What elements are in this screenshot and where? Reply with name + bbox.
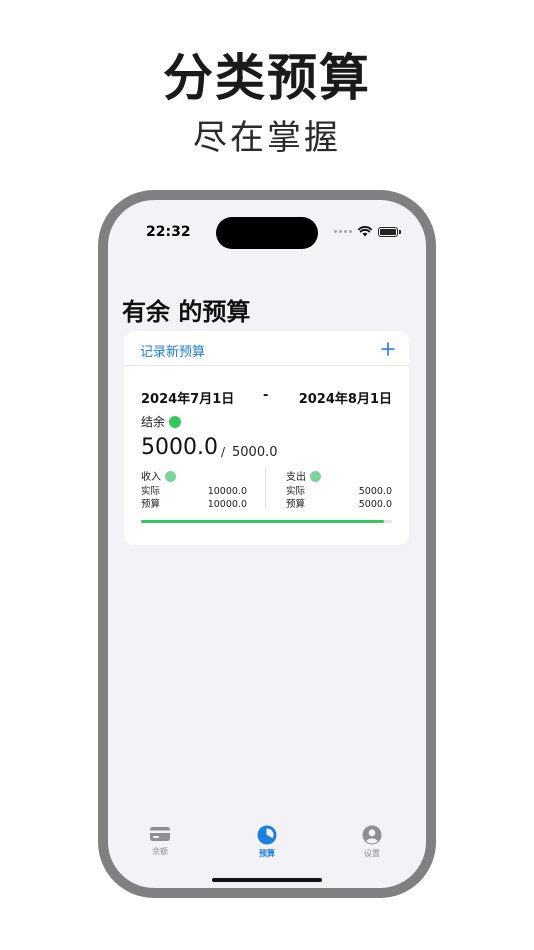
tab-budget-label: 预算 — [259, 849, 275, 858]
expense-budget-label: 预算 — [286, 499, 306, 510]
budget-progress-track — [141, 520, 392, 523]
income-status-dot — [165, 471, 176, 482]
income-budget-value: 10000.0 — [207, 499, 247, 510]
dynamic-island — [216, 217, 318, 249]
date-start: 2024年7月1日 — [141, 392, 235, 407]
tab-budget[interactable]: 预算 — [237, 825, 297, 859]
amount-slash: / — [221, 445, 226, 459]
expense-actual-label: 实际 — [286, 486, 306, 497]
date-separator: - — [263, 388, 269, 403]
budget-progress-bar — [141, 520, 385, 523]
income-column: 收入 实际 10000.0 预算 10000.0 — [141, 468, 247, 511]
balance-status-dot — [169, 416, 182, 428]
page-title: 有余 的预算 — [122, 298, 251, 326]
balance-label: 结余 — [141, 413, 182, 430]
tab-bar: 余额 预算 设置 — [108, 825, 426, 870]
expense-label: 支出 — [286, 472, 306, 483]
tab-balance-label: 余额 — [152, 847, 168, 856]
expense-actual-row: 实际 5000.0 — [286, 485, 392, 498]
card-header: 记录新预算 — [124, 331, 409, 366]
income-actual-value: 10000.0 — [207, 486, 247, 497]
expense-budget-value: 5000.0 — [358, 499, 392, 510]
pie-chart-icon — [257, 825, 277, 845]
expense-status-dot — [310, 471, 321, 482]
home-indicator[interactable] — [212, 878, 322, 882]
income-label: 收入 — [141, 472, 161, 483]
expense-budget-row: 预算 5000.0 — [286, 498, 392, 511]
expense-column: 支出 实际 5000.0 预算 5000.0 — [286, 468, 392, 511]
new-budget-link[interactable]: 记录新预算 — [140, 341, 205, 360]
hero-title: 分类预算 — [163, 49, 371, 107]
income-actual-row: 实际 10000.0 — [141, 485, 247, 498]
balance-amount: 5000.0 — [141, 435, 218, 460]
income-budget-row: 预算 10000.0 — [141, 498, 247, 511]
status-time: 22:32 — [146, 224, 191, 240]
status-icons — [334, 226, 401, 237]
person-icon — [362, 825, 382, 845]
hero-subtitle: 尽在掌握 — [193, 118, 341, 158]
expense-header: 支出 — [286, 468, 392, 484]
battery-icon — [378, 226, 401, 237]
signal-icon — [334, 230, 352, 233]
phone-frame: 22:32 有余 的预算 记录新预算 2024年7月1日 - 2024年8月1日… — [98, 190, 436, 898]
plus-icon[interactable] — [381, 342, 395, 356]
date-end: 2024年8月1日 — [298, 392, 392, 407]
balance-label-text: 结余 — [141, 415, 166, 429]
budget-card[interactable]: 记录新预算 2024年7月1日 - 2024年8月1日 结余 5000.0 / … — [124, 331, 409, 545]
tab-settings-label: 设置 — [364, 849, 380, 858]
income-budget-label: 预算 — [141, 499, 161, 510]
tab-settings[interactable]: 设置 — [342, 825, 402, 859]
tab-balance[interactable]: 余额 — [130, 825, 190, 857]
income-header: 收入 — [141, 468, 247, 484]
income-actual-label: 实际 — [141, 486, 161, 497]
column-divider — [265, 466, 266, 510]
phone-screen: 22:32 有余 的预算 记录新预算 2024年7月1日 - 2024年8月1日… — [108, 200, 426, 888]
expense-actual-value: 5000.0 — [358, 486, 392, 497]
card-icon — [150, 827, 170, 841]
budget-amount: 5000.0 — [232, 445, 278, 460]
wifi-icon — [358, 226, 372, 237]
